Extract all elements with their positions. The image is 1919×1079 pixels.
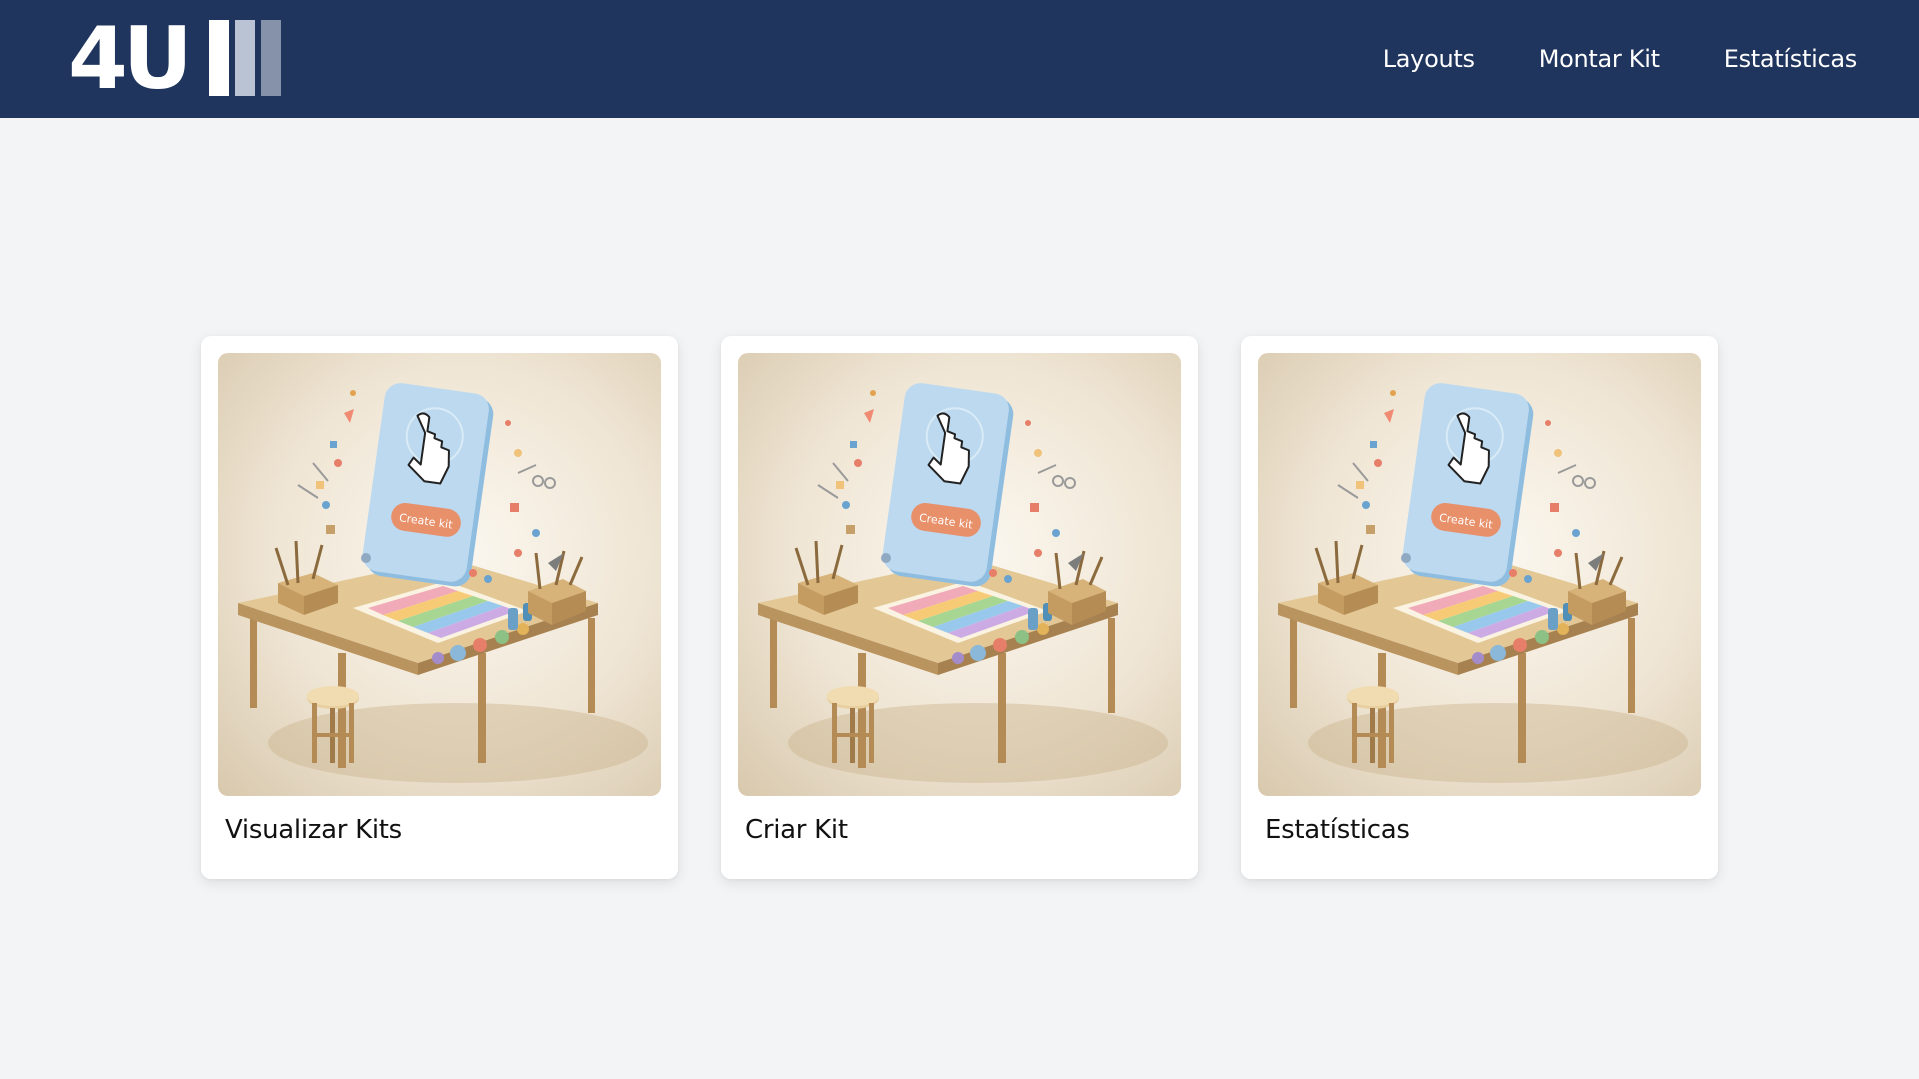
logo-text: 4U [68,9,193,109]
nav-link-estatisticas[interactable]: Estatísticas [1724,45,1858,73]
card-image: Create kit [738,353,1181,796]
brand-logo[interactable]: 4U [68,16,283,102]
card-criar-kit[interactable]: Create kit Criar Kit [721,336,1198,879]
card-image: Create kit [1258,353,1701,796]
card-title: Estatísticas [1265,815,1410,845]
card-title: Criar Kit [745,815,848,845]
card-visualizar-kits[interactable]: Create kit Visualizar Kits [201,336,678,879]
nav-link-layouts[interactable]: Layouts [1383,45,1475,73]
card-grid: Create kit Visualizar Kits Create kit Cr… [201,336,1718,879]
card-title: Visualizar Kits [225,815,402,845]
card-estatisticas[interactable]: Create kit Estatísticas [1241,336,1718,879]
main-nav: Layouts Montar Kit Estatísticas [1383,0,1858,118]
nav-link-montar-kit[interactable]: Montar Kit [1539,45,1660,73]
logo-bars-icon [209,20,281,96]
top-navbar: 4U Layouts Montar Kit Estatísticas [0,0,1919,118]
card-image: Create kit [218,353,661,796]
